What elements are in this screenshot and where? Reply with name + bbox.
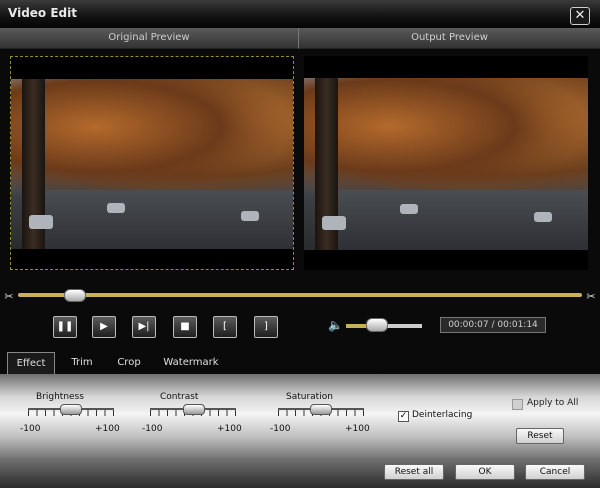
volume-thumb[interactable] (366, 318, 389, 332)
mark-out-button[interactable]: ] (254, 316, 278, 338)
tab-trim[interactable]: Trim (62, 352, 102, 373)
video-frame-car (322, 216, 346, 230)
video-frame (304, 78, 588, 250)
stop-icon: ■ (180, 321, 190, 332)
ok-button[interactable]: OK (455, 464, 515, 480)
time-display: 00:00:07 / 00:01:14 (440, 317, 546, 333)
original-preview-pane[interactable] (10, 56, 294, 270)
apply-to-all-label: Apply to All (527, 398, 579, 408)
deinterlacing-checkbox[interactable]: ✓ (398, 411, 409, 422)
brightness-slider[interactable]: Brightness -100 +100 (20, 392, 120, 442)
seek-thumb[interactable] (64, 289, 87, 302)
video-frame-car (400, 204, 418, 214)
volume-icon[interactable]: 🔈 (328, 318, 343, 332)
tab-watermark[interactable]: Watermark (156, 352, 226, 373)
pause-icon: ❚❚ (56, 321, 74, 332)
edit-tabs: Effect Trim Crop Watermark (0, 352, 600, 375)
reset-all-button[interactable]: Reset all (384, 464, 444, 480)
saturation-slider[interactable]: Saturation -100 +100 (270, 392, 370, 442)
slider-max-label: +100 (217, 424, 242, 434)
video-frame-car (241, 211, 259, 221)
original-preview-header: Original Preview (0, 28, 299, 49)
contrast-slider[interactable]: Contrast -100 +100 (142, 392, 242, 442)
output-preview-header: Output Preview (299, 28, 600, 49)
contrast-label: Contrast (160, 392, 199, 402)
title-bar: Video Edit ✕ (0, 0, 600, 29)
brightness-label: Brightness (36, 392, 84, 402)
saturation-label: Saturation (286, 392, 333, 402)
scissors-icon[interactable]: ✂ (2, 290, 16, 304)
slider-knob[interactable] (60, 404, 82, 415)
next-frame-icon: ▶| (138, 321, 150, 332)
video-frame-trees (11, 79, 293, 198)
video-edit-window: Video Edit ✕ Original Preview Output Pre… (0, 0, 600, 488)
pause-button[interactable]: ❚❚ (53, 316, 77, 338)
slider-knob[interactable] (183, 404, 205, 415)
next-frame-button[interactable]: ▶| (132, 316, 156, 338)
window-title: Video Edit (8, 6, 77, 20)
slider-min-label: -100 (20, 424, 41, 434)
deinterlacing-label: Deinterlacing (412, 410, 473, 420)
play-button[interactable]: ▶ (92, 316, 116, 338)
close-icon[interactable]: ✕ (570, 7, 590, 25)
seek-track[interactable] (18, 293, 582, 297)
tab-effect[interactable]: Effect (7, 352, 55, 374)
mark-in-button[interactable]: [ (213, 316, 237, 338)
slider-max-label: +100 (345, 424, 370, 434)
video-frame-car (534, 212, 552, 222)
mark-out-icon: ] (264, 321, 268, 332)
scissors-icon[interactable]: ✂ (584, 290, 598, 304)
apply-to-all-checkbox[interactable] (512, 399, 523, 410)
tab-crop[interactable]: Crop (108, 352, 150, 373)
video-frame-car (29, 215, 53, 229)
stop-button[interactable]: ■ (173, 316, 197, 338)
slider-min-label: -100 (270, 424, 291, 434)
effect-panel: Brightness -100 +100 Contrast -100 +100 … (0, 374, 600, 488)
slider-knob[interactable] (310, 404, 332, 415)
slider-min-label: -100 (142, 424, 163, 434)
slider-max-label: +100 (95, 424, 120, 434)
play-icon: ▶ (100, 321, 108, 332)
cancel-button[interactable]: Cancel (525, 464, 585, 480)
reset-button[interactable]: Reset (516, 428, 564, 444)
output-preview-pane (304, 56, 588, 270)
video-frame-car (107, 203, 125, 213)
video-frame-trees (304, 78, 588, 199)
video-frame (11, 79, 293, 249)
mark-in-icon: [ (223, 321, 227, 332)
seek-bar[interactable]: ✂ ✂ (4, 288, 596, 306)
